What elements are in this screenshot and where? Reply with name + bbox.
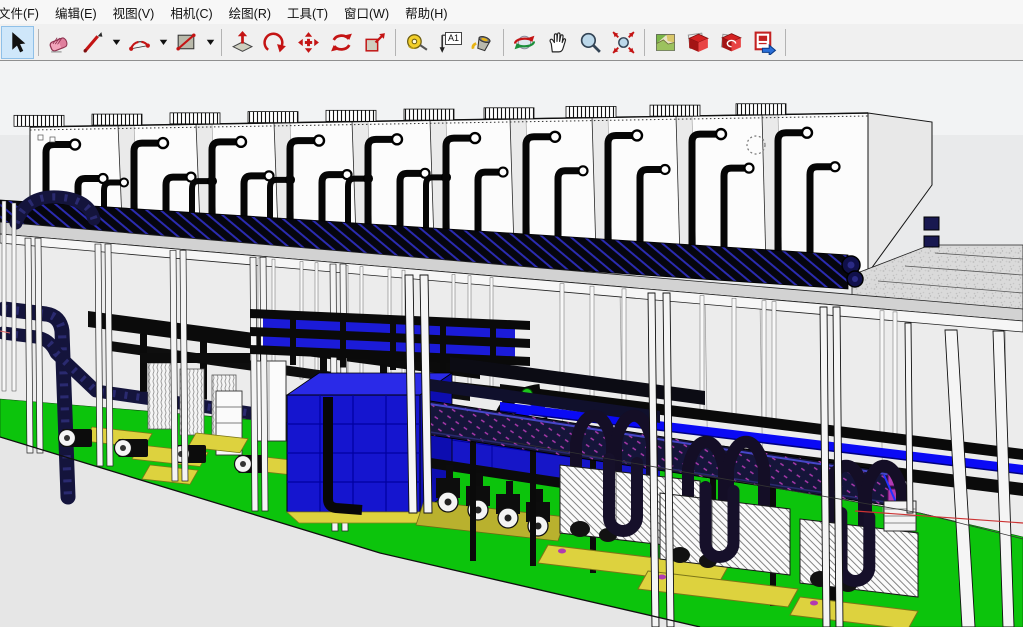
select-tool-button[interactable] <box>1 26 34 59</box>
orbit-icon <box>512 30 537 55</box>
arc-tool-dropdown[interactable] <box>156 27 170 58</box>
chevron-down-icon <box>206 38 215 46</box>
menu-item-draw[interactable]: 绘图(R) <box>223 0 281 26</box>
eraser-tool-button[interactable] <box>43 26 76 59</box>
chevron-down-icon <box>159 38 168 46</box>
tape-measure-tool-button[interactable] <box>400 26 433 59</box>
scale-tool-button[interactable] <box>358 26 391 59</box>
zoom-extents-button[interactable] <box>607 26 640 59</box>
tape-measure-icon <box>404 30 429 55</box>
arc-icon <box>127 30 152 55</box>
arc-tool-button[interactable] <box>123 26 156 59</box>
scale-icon <box>362 30 387 55</box>
paint-bucket-icon <box>470 30 495 55</box>
menu-item-view[interactable]: 视图(V) <box>107 0 165 26</box>
text-tool-icon: A1 <box>437 30 462 55</box>
menu-item-camera[interactable]: 相机(C) <box>164 0 222 26</box>
menu-item-help[interactable]: 帮助(H) <box>399 0 457 26</box>
push-pull-icon <box>230 30 255 55</box>
toolbar-separator <box>503 29 504 56</box>
rotate-tool-button[interactable] <box>325 26 358 59</box>
follow-me-tool-button[interactable] <box>259 26 292 59</box>
3d-viewport[interactable] <box>0 61 1023 627</box>
share-model-button[interactable] <box>715 26 748 59</box>
eraser-icon <box>47 30 72 55</box>
chevron-down-icon <box>112 38 121 46</box>
menu-item-file[interactable]: 文件(F) <box>0 0 49 26</box>
pan-hand-icon <box>545 30 570 55</box>
map-location-icon <box>653 30 678 55</box>
move-tool-button[interactable] <box>292 26 325 59</box>
select-arrow-icon <box>5 30 30 55</box>
send-to-layout-icon <box>752 30 777 55</box>
toolbar-separator <box>38 29 39 56</box>
menu-bar: 文件(F) 编辑(E) 视图(V) 相机(C) 绘图(R) 工具(T) 窗口(W… <box>0 0 1023 24</box>
text-tool-glyph: A1 <box>445 32 462 45</box>
zoom-icon <box>578 30 603 55</box>
push-pull-tool-button[interactable] <box>226 26 259 59</box>
paint-bucket-tool-button[interactable] <box>466 26 499 59</box>
text-tool-button[interactable]: A1 <box>433 26 466 59</box>
toolbar-separator <box>395 29 396 56</box>
follow-me-icon <box>263 30 288 55</box>
model-scene <box>0 61 1023 627</box>
move-icon <box>296 30 321 55</box>
toolbar-separator <box>644 29 645 56</box>
orbit-tool-button[interactable] <box>508 26 541 59</box>
menu-item-tools[interactable]: 工具(T) <box>281 0 338 26</box>
menu-item-window[interactable]: 窗口(W) <box>338 0 399 26</box>
send-to-layout-button[interactable] <box>748 26 781 59</box>
rotate-icon <box>329 30 354 55</box>
zoom-extents-icon <box>611 30 636 55</box>
line-tool-button[interactable] <box>76 26 109 59</box>
share-model-icon <box>719 30 744 55</box>
rectangle-tool-button[interactable] <box>170 26 203 59</box>
toolbar-separator <box>221 29 222 56</box>
add-location-button[interactable] <box>649 26 682 59</box>
get-models-button[interactable] <box>682 26 715 59</box>
zoom-tool-button[interactable] <box>574 26 607 59</box>
toolbar-separator <box>785 29 786 56</box>
main-toolbar: A1 <box>0 24 1023 61</box>
rectangle-icon <box>174 30 199 55</box>
pencil-icon <box>80 30 105 55</box>
warehouse-model-icon <box>686 30 711 55</box>
menu-item-edit[interactable]: 编辑(E) <box>49 0 107 26</box>
rectangle-tool-dropdown[interactable] <box>203 27 217 58</box>
pan-tool-button[interactable] <box>541 26 574 59</box>
line-tool-dropdown[interactable] <box>109 27 123 58</box>
